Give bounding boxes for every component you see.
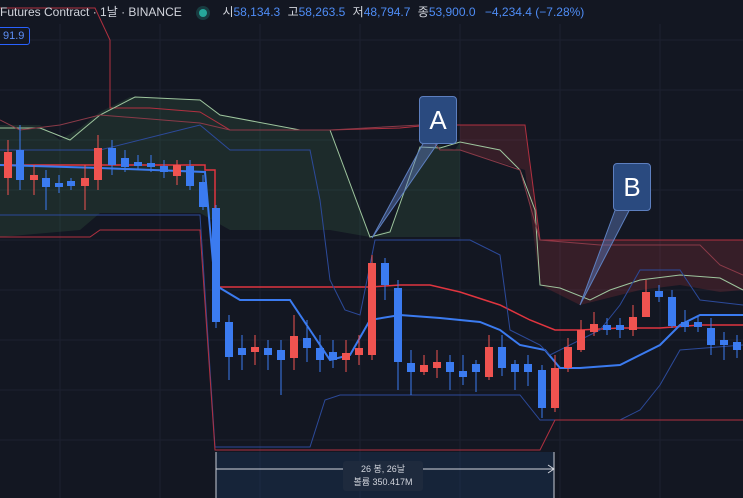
candle-down xyxy=(616,325,624,330)
candle-down xyxy=(134,162,142,166)
candle-down xyxy=(381,263,389,285)
candle-down xyxy=(42,178,50,187)
candle-down xyxy=(264,348,272,355)
candle-up xyxy=(4,152,12,178)
candle-up xyxy=(94,148,102,180)
symbol-header: Futures Contract · 1날 · BINANCE 시58,134.… xyxy=(0,0,584,24)
candle-down xyxy=(707,328,715,345)
candle-down xyxy=(538,370,546,408)
candle-up xyxy=(368,263,376,355)
candle-up xyxy=(629,317,637,330)
candle-down xyxy=(681,322,689,327)
open-label: 시 xyxy=(222,5,234,19)
candle-up xyxy=(433,362,441,368)
candle-up xyxy=(590,324,598,332)
candle-down xyxy=(524,364,532,372)
candle-down xyxy=(603,325,611,330)
candle-down xyxy=(459,371,467,377)
candle-down xyxy=(108,148,116,165)
candle-down xyxy=(199,182,207,207)
candle-up xyxy=(290,336,298,358)
candle-down xyxy=(407,363,415,372)
candle-down xyxy=(160,166,168,172)
candle-up xyxy=(30,175,38,180)
candle-down xyxy=(668,297,676,326)
candle-down xyxy=(212,208,220,322)
candle-down xyxy=(446,362,454,372)
measure-volume-text: 볼륨 350.417M xyxy=(353,477,413,487)
candle-down xyxy=(316,348,324,360)
candle-down xyxy=(511,364,519,372)
high-value: 58,263.5 xyxy=(298,5,346,19)
callout-a[interactable]: A xyxy=(419,96,457,144)
change-value: −4,234.4 (−7.28%) xyxy=(484,5,585,19)
measure-info-box: 26 봉, 26날 볼륨 350.417M xyxy=(343,461,423,491)
candle-down xyxy=(55,183,63,187)
candle-down xyxy=(147,163,155,167)
close-label: 종 xyxy=(417,5,429,19)
candle-up xyxy=(420,365,428,372)
candle-up xyxy=(251,347,259,352)
candle-down xyxy=(694,322,702,327)
price-chart-canvas[interactable] xyxy=(0,0,743,498)
callout-b[interactable]: B xyxy=(613,163,651,211)
candle-down xyxy=(225,322,233,357)
candle-up xyxy=(642,292,650,317)
candle-down xyxy=(277,350,285,360)
measure-bars-text: 26 봉, 26날 xyxy=(360,464,406,474)
open-value: 58,134.3 xyxy=(233,5,281,19)
market-status-dot-icon xyxy=(199,8,208,17)
candle-down xyxy=(472,364,480,372)
candle-up xyxy=(81,178,89,186)
candle-down xyxy=(238,348,246,355)
high-label: 고 xyxy=(287,5,299,19)
candle-up xyxy=(342,353,350,360)
candle-down xyxy=(303,338,311,348)
candle-up xyxy=(173,165,181,176)
candle-down xyxy=(720,340,728,345)
candle-down xyxy=(655,291,663,297)
candle-down xyxy=(67,181,75,186)
candle-up xyxy=(485,347,493,377)
candle-down xyxy=(186,166,194,186)
price-scale-tag: 91.9 xyxy=(0,27,31,45)
candle-down xyxy=(121,158,129,167)
candle-up xyxy=(355,348,363,355)
candle-up xyxy=(564,347,572,368)
low-label: 저 xyxy=(352,5,364,19)
candle-down xyxy=(16,150,24,180)
candle-down xyxy=(498,347,506,368)
candle-up xyxy=(551,368,559,408)
symbol-title[interactable]: Futures Contract · 1날 · BINANCE xyxy=(0,5,182,19)
candle-down xyxy=(394,288,402,362)
candle-up xyxy=(577,330,585,350)
close-value: 53,900.0 xyxy=(428,5,476,19)
candle-down xyxy=(329,352,337,360)
low-value: 48,794.7 xyxy=(363,5,411,19)
candle-down xyxy=(733,342,741,350)
